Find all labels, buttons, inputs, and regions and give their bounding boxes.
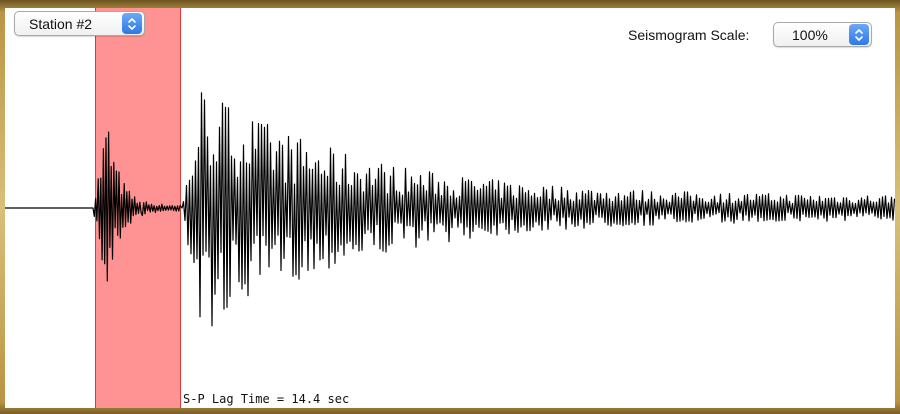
seismogram-waveform [5,92,895,327]
seismogram-panel: Station #2 Seismogram Scale: 100% S-P La… [5,8,895,408]
up-down-chevron-icon[interactable] [122,13,142,34]
station-select-value: Station #2 [29,15,93,32]
window-frame: Station #2 Seismogram Scale: 100% S-P La… [0,0,900,414]
sp-lag-time-label: S-P Lag Time = 14.4 sec [183,392,350,406]
up-down-chevron-icon[interactable] [849,24,869,45]
seismogram-trace [5,92,895,327]
station-select[interactable]: Station #2 [14,11,145,36]
seismogram-scale-label: Seismogram Scale: [628,27,750,43]
seismogram-scale-value: 100% [792,26,828,43]
seismogram-scale-select[interactable]: 100% [773,22,872,47]
